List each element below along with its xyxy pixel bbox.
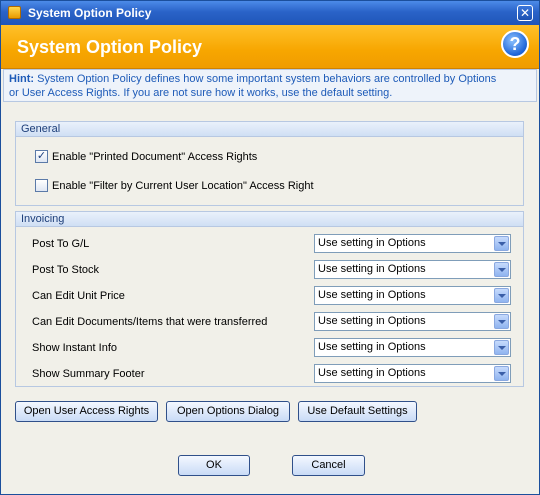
select-value: Use setting in Options bbox=[318, 289, 426, 301]
cancel-button[interactable]: Cancel bbox=[292, 455, 365, 476]
printed-document-access-checkbox[interactable]: ✓ Enable "Printed Document" Access Right… bbox=[35, 150, 257, 163]
select-value: Use setting in Options bbox=[318, 315, 426, 327]
show-summary-footer-label: Show Summary Footer bbox=[32, 368, 145, 380]
general-group-title: General bbox=[16, 122, 523, 137]
chevron-down-icon[interactable] bbox=[494, 288, 509, 303]
app-icon bbox=[8, 6, 21, 19]
printed-document-access-label: Enable "Printed Document" Access Rights bbox=[52, 150, 258, 163]
close-icon[interactable]: ✕ bbox=[517, 5, 533, 21]
select-value: Use setting in Options bbox=[318, 367, 426, 379]
can-edit-transferred-label: Can Edit Documents/Items that were trans… bbox=[32, 316, 268, 328]
dialog-window: System Option Policy ✕ System Option Pol… bbox=[0, 0, 540, 495]
can-edit-transferred-select[interactable]: Use setting in Options bbox=[314, 312, 511, 331]
select-value: Use setting in Options bbox=[318, 263, 426, 275]
invoicing-group-title: Invoicing bbox=[16, 212, 523, 227]
post-to-gl-select[interactable]: Use setting in Options bbox=[314, 234, 511, 253]
checkbox-unchecked-icon[interactable] bbox=[35, 179, 48, 192]
window-title: System Option Policy bbox=[28, 6, 152, 20]
help-icon[interactable]: ? bbox=[501, 30, 529, 58]
post-to-stock-select[interactable]: Use setting in Options bbox=[314, 260, 511, 279]
chevron-down-icon[interactable] bbox=[494, 314, 509, 329]
show-summary-footer-select[interactable]: Use setting in Options bbox=[314, 364, 511, 383]
open-options-dialog-button[interactable]: Open Options Dialog bbox=[166, 401, 290, 422]
general-group: General ✓ Enable "Printed Document" Acce… bbox=[15, 121, 524, 206]
header-title: System Option Policy bbox=[17, 37, 203, 57]
chevron-down-icon[interactable] bbox=[494, 366, 509, 381]
chevron-down-icon[interactable] bbox=[494, 262, 509, 277]
checkbox-checked-icon[interactable]: ✓ bbox=[35, 150, 48, 163]
hint-text-2: or User Access Rights. If you are not su… bbox=[9, 87, 393, 99]
post-to-stock-label: Post To Stock bbox=[32, 264, 100, 276]
open-user-access-rights-button[interactable]: Open User Access Rights bbox=[15, 401, 158, 422]
hint-line-1: Hint: System Option Policy defines how s… bbox=[9, 72, 531, 86]
select-value: Use setting in Options bbox=[318, 341, 426, 353]
chevron-down-icon[interactable] bbox=[494, 340, 509, 355]
filter-location-access-label: Enable "Filter by Current User Location"… bbox=[52, 179, 314, 192]
hint-text-1: System Option Policy defines how some im… bbox=[37, 73, 497, 85]
select-value: Use setting in Options bbox=[318, 237, 426, 249]
chevron-down-icon[interactable] bbox=[494, 236, 509, 251]
hint-panel: Hint: System Option Policy defines how s… bbox=[3, 69, 537, 102]
ok-button[interactable]: OK bbox=[178, 455, 250, 476]
hint-label: Hint: bbox=[9, 73, 35, 85]
use-default-settings-button[interactable]: Use Default Settings bbox=[298, 401, 417, 422]
filter-location-access-checkbox[interactable]: Enable "Filter by Current User Location"… bbox=[35, 179, 314, 192]
show-instant-info-label: Show Instant Info bbox=[32, 342, 117, 354]
invoicing-group: Invoicing Post To G/L Use setting in Opt… bbox=[15, 211, 524, 387]
dialog-header: System Option Policy ? bbox=[1, 25, 539, 69]
title-bar[interactable]: System Option Policy ✕ bbox=[1, 1, 539, 25]
can-edit-unit-price-select[interactable]: Use setting in Options bbox=[314, 286, 511, 305]
can-edit-unit-price-label: Can Edit Unit Price bbox=[32, 290, 125, 302]
post-to-gl-label: Post To G/L bbox=[32, 238, 90, 250]
show-instant-info-select[interactable]: Use setting in Options bbox=[314, 338, 511, 357]
